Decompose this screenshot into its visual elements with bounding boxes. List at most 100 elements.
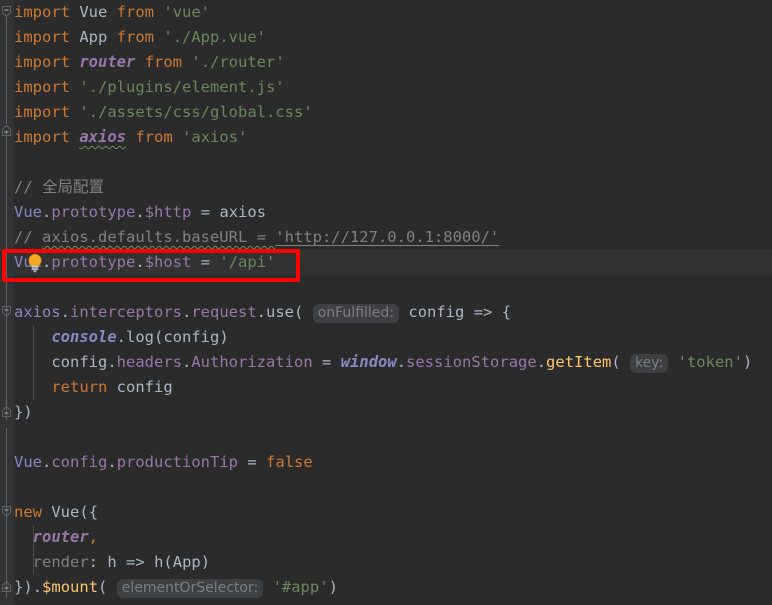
token-brace: } — [14, 578, 24, 596]
code-line[interactable]: // 全局配置 — [14, 175, 104, 200]
code-line[interactable]: import './assets/css/global.css' — [14, 100, 313, 125]
code-line[interactable]: return config — [14, 375, 173, 400]
token-property: prototype — [51, 203, 136, 221]
code-line[interactable]: import Vue from 'vue' — [14, 0, 210, 25]
token-param-config: config — [51, 353, 108, 371]
token-string-appsel: '#app' — [272, 578, 329, 596]
code-line[interactable]: console.log(config) — [14, 325, 228, 350]
token-brace: { — [501, 303, 512, 321]
code-line[interactable]: axios.interceptors.request.use( onFulfil… — [14, 300, 511, 325]
token-keyword-return: return — [51, 378, 108, 396]
token-paren: ) — [23, 403, 33, 421]
code-content[interactable]: import Vue from 'vue' import App from '.… — [14, 0, 772, 605]
token-comma: , — [88, 528, 99, 546]
token-comment-prefix: // — [14, 228, 42, 246]
token-keyword: import — [14, 128, 70, 146]
inlay-hint-onfulfilled[interactable]: onFulfilled: — [312, 304, 400, 323]
token-paren: ( — [163, 553, 173, 571]
code-line[interactable]: // axios.defaults.baseURL = 'http://127.… — [14, 225, 499, 250]
code-line[interactable]: import router from './router' — [14, 50, 285, 75]
fold-collapse-icon[interactable] — [0, 5, 13, 18]
token-dot: . — [107, 353, 117, 371]
code-line[interactable]: }).$mount( elementOrSelector: '#app') — [14, 575, 338, 600]
code-line[interactable]: import App from './App.vue' — [14, 25, 266, 50]
token-identifier-vue: Vue — [51, 503, 80, 521]
token-string: './assets/css/global.css' — [79, 103, 313, 121]
token-object-vue: Vue — [14, 203, 42, 221]
fold-end-icon[interactable] — [0, 124, 13, 137]
token-arg-config: config — [116, 378, 173, 396]
code-editor[interactable]: import Vue from 'vue' import App from '.… — [0, 0, 772, 605]
code-line[interactable]: Vue.config.productionTip = false — [14, 450, 313, 475]
token-property-host: $host — [144, 253, 192, 271]
code-line-highlighted[interactable]: Vue.prototype.$host = '/api' — [14, 250, 275, 275]
token-identifier: Vue — [79, 3, 108, 21]
code-line[interactable]: config.headers.Authorization = window.se… — [14, 350, 752, 375]
token-string: 'axios' — [182, 128, 248, 146]
fold-region-line-imports — [6, 16, 7, 124]
fold-collapse-icon-newvue[interactable] — [0, 505, 13, 518]
token-string: './App.vue' — [163, 28, 267, 46]
token-dot: . — [182, 303, 192, 321]
code-line[interactable]: Vue.prototype.$http = axios — [14, 200, 266, 225]
token-dot: . — [135, 253, 145, 271]
token-paren: ( — [79, 503, 89, 521]
token-property-sessionstorage: sessionStorage — [406, 353, 537, 371]
token-keyword: import — [14, 78, 70, 96]
fold-end-icon-interceptors[interactable] — [0, 405, 13, 418]
lightbulb-icon[interactable] — [24, 252, 46, 274]
token-arrow: => — [473, 303, 493, 321]
code-line[interactable]: }) — [14, 400, 33, 425]
code-line[interactable]: import './plugins/element.js' — [14, 75, 285, 100]
fold-end-icon-newvue[interactable] — [0, 580, 13, 593]
code-line[interactable]: new Vue({ — [14, 500, 98, 525]
token-object-vue: Vue — [14, 453, 42, 471]
token-keyword-false: false — [266, 453, 313, 471]
code-line[interactable]: import axios from 'axios' — [14, 125, 247, 150]
token-arg-config: config — [163, 328, 220, 346]
inlay-hint-key[interactable]: key: — [630, 354, 669, 373]
token-paren: ( — [294, 303, 304, 321]
token-comment-url: 'http://127.0.0.1:8000/' — [275, 228, 500, 246]
token-dot: . — [396, 353, 407, 371]
code-line[interactable]: render: h => h(App) — [14, 550, 210, 575]
fold-collapse-icon-interceptors[interactable] — [0, 305, 13, 318]
token-call-h: h — [154, 553, 164, 571]
token-local-variable: router — [79, 53, 136, 71]
token-object-key-render: render — [32, 553, 89, 571]
editor-gutter[interactable] — [0, 0, 14, 605]
inlay-hint-elementorselector[interactable]: elementOrSelector: — [116, 579, 264, 598]
token-keyword: import — [14, 53, 70, 71]
token-global-window: window — [340, 353, 397, 371]
token-string-token: 'token' — [677, 353, 743, 371]
token-dot: . — [32, 578, 43, 596]
token-comment: // 全局配置 — [14, 178, 104, 196]
token-brace: { — [88, 503, 99, 521]
code-line[interactable]: router, — [14, 525, 98, 550]
